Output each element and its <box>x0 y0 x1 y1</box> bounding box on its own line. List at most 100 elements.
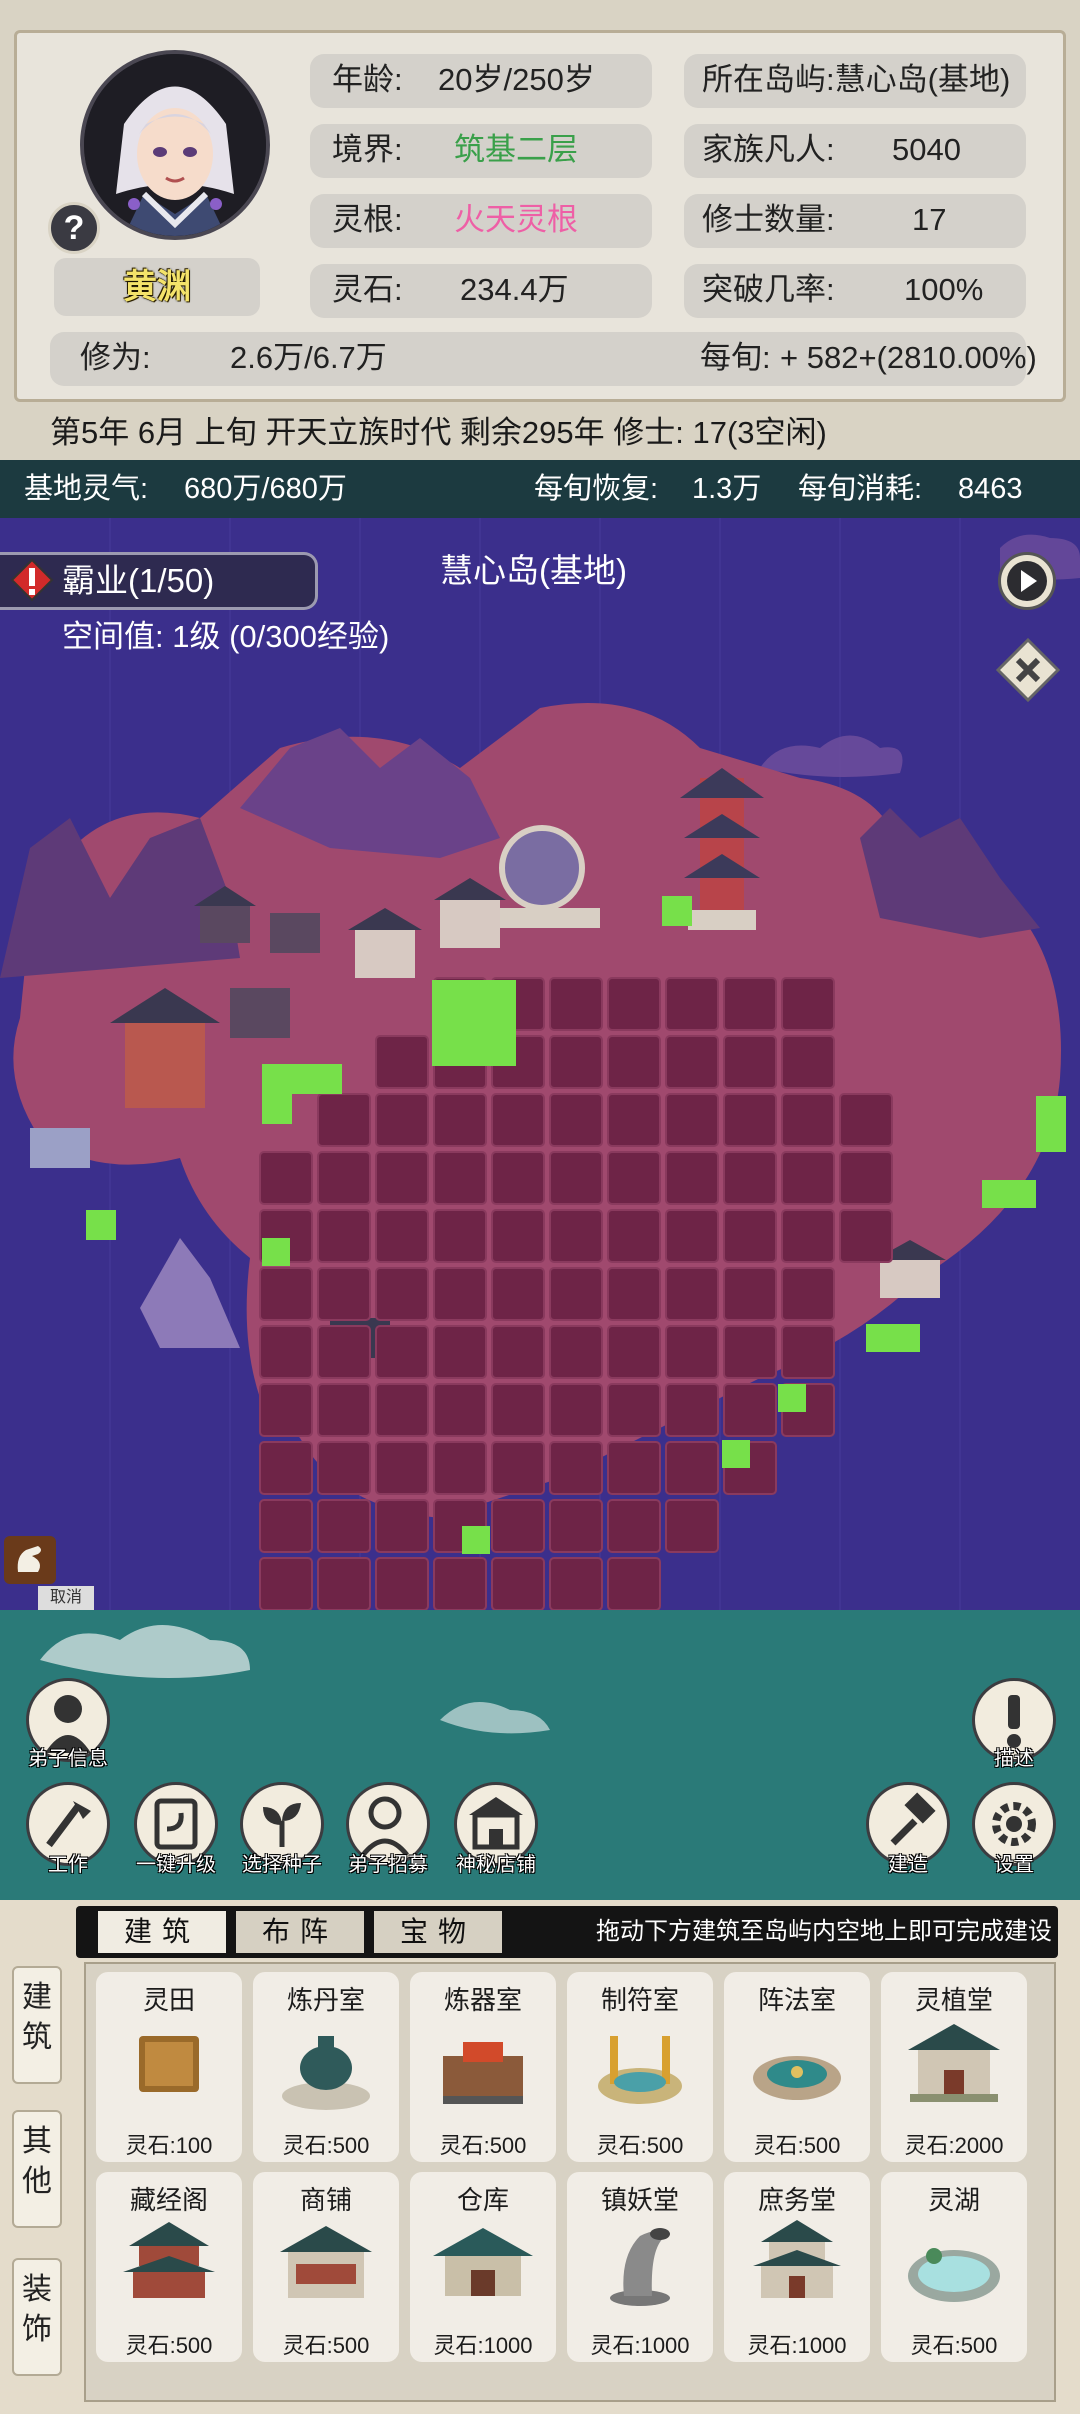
farm-plot[interactable] <box>491 1499 545 1553</box>
farm-plot[interactable] <box>491 1151 545 1205</box>
farm-plot[interactable] <box>665 1267 719 1321</box>
tab-building[interactable]: 建筑 <box>98 1911 226 1953</box>
farm-plot[interactable] <box>317 1557 371 1610</box>
farm-plot[interactable] <box>607 1441 661 1495</box>
close-icon[interactable] <box>996 638 1060 702</box>
empty-build-tile[interactable] <box>86 1210 116 1240</box>
empty-build-tile[interactable] <box>722 1440 750 1468</box>
farm-plot[interactable] <box>375 1441 429 1495</box>
help-button[interactable]: ? <box>48 202 100 254</box>
farm-plot[interactable] <box>491 1209 545 1263</box>
farm-plot[interactable] <box>723 1267 777 1321</box>
farm-plot[interactable] <box>665 1035 719 1089</box>
farm-plot[interactable] <box>375 1151 429 1205</box>
play-button[interactable] <box>998 552 1056 610</box>
farm-plot[interactable] <box>491 1383 545 1437</box>
farm-plot[interactable] <box>433 1383 487 1437</box>
empty-build-tile[interactable] <box>262 1238 290 1266</box>
farm-plot[interactable] <box>665 1151 719 1205</box>
farm-plot[interactable] <box>549 1093 603 1147</box>
tab-treasure[interactable]: 宝物 <box>374 1911 502 1953</box>
farm-plot[interactable] <box>607 1035 661 1089</box>
farm-plot[interactable] <box>549 1383 603 1437</box>
farm-plot[interactable] <box>491 1325 545 1379</box>
empty-build-tile[interactable] <box>866 1324 920 1352</box>
farm-plot[interactable] <box>549 1441 603 1495</box>
empty-build-tile[interactable] <box>662 896 692 926</box>
farm-plot[interactable] <box>549 1151 603 1205</box>
farm-plot[interactable] <box>607 1209 661 1263</box>
farm-plot[interactable] <box>491 1267 545 1321</box>
hand-cursor-icon[interactable] <box>4 1536 56 1584</box>
farm-plot[interactable] <box>259 1151 313 1205</box>
farm-plot[interactable] <box>549 1325 603 1379</box>
farm-plot[interactable] <box>375 1557 429 1610</box>
farm-plot[interactable] <box>317 1093 371 1147</box>
farm-plot[interactable] <box>491 1093 545 1147</box>
farm-plot[interactable] <box>665 1499 719 1553</box>
farm-plot[interactable] <box>549 1267 603 1321</box>
farm-plot[interactable] <box>781 1209 835 1263</box>
building-card[interactable]: 炼丹室 灵石:500 <box>253 1972 399 2162</box>
farm-plot[interactable] <box>723 977 777 1031</box>
farm-plot[interactable] <box>665 977 719 1031</box>
farm-plot[interactable] <box>259 1441 313 1495</box>
farm-plot[interactable] <box>491 1441 545 1495</box>
empty-build-tile[interactable] <box>432 980 516 1066</box>
farm-plot[interactable] <box>375 1035 429 1089</box>
farm-plot[interactable] <box>607 977 661 1031</box>
farm-plot[interactable] <box>317 1267 371 1321</box>
building-card[interactable]: 镇妖堂 灵石:1000 <box>567 2172 713 2362</box>
building-card[interactable]: 灵植堂 灵石:2000 <box>881 1972 1027 2162</box>
farm-plot[interactable] <box>607 1151 661 1205</box>
farm-plot[interactable] <box>375 1267 429 1321</box>
farm-plot[interactable] <box>259 1267 313 1321</box>
building-card[interactable]: 庶务堂 灵石:1000 <box>724 2172 870 2362</box>
farm-plot[interactable] <box>607 1383 661 1437</box>
farm-plot[interactable] <box>665 1383 719 1437</box>
farm-plot[interactable] <box>781 977 835 1031</box>
farm-plot[interactable] <box>723 1325 777 1379</box>
empty-build-tile[interactable] <box>462 1526 490 1554</box>
empty-build-tile[interactable] <box>778 1384 806 1412</box>
farm-plot[interactable] <box>839 1093 893 1147</box>
empty-build-tile[interactable] <box>1036 1096 1066 1152</box>
farm-plot[interactable] <box>375 1325 429 1379</box>
farm-plot[interactable] <box>433 1267 487 1321</box>
farm-plot[interactable] <box>549 1209 603 1263</box>
farm-plot[interactable] <box>781 1267 835 1321</box>
farm-plot[interactable] <box>607 1267 661 1321</box>
island-map-canvas[interactable] <box>0 518 1080 1610</box>
farm-plot[interactable] <box>317 1499 371 1553</box>
farm-plot[interactable] <box>723 1093 777 1147</box>
farm-plot[interactable] <box>433 1441 487 1495</box>
farm-plot[interactable] <box>665 1093 719 1147</box>
farm-plot[interactable] <box>549 1557 603 1610</box>
farm-plot[interactable] <box>723 1209 777 1263</box>
building-card[interactable]: 灵田 灵石:100 <box>96 1972 242 2162</box>
farm-plot[interactable] <box>607 1093 661 1147</box>
farm-plot[interactable] <box>665 1441 719 1495</box>
farm-plot[interactable] <box>839 1209 893 1263</box>
building-card[interactable]: 仓库 灵石:1000 <box>410 2172 556 2362</box>
farm-plot[interactable] <box>317 1209 371 1263</box>
building-card[interactable]: 炼器室 灵石:500 <box>410 1972 556 2162</box>
side-tab-building[interactable]: 建筑 <box>12 1966 62 2084</box>
farm-plot[interactable] <box>781 1035 835 1089</box>
farm-plot[interactable] <box>259 1557 313 1610</box>
farm-plot[interactable] <box>781 1093 835 1147</box>
farm-plot[interactable] <box>549 1499 603 1553</box>
farm-plot[interactable] <box>259 1325 313 1379</box>
island-map[interactable] <box>0 518 1080 1610</box>
farm-plot[interactable] <box>607 1499 661 1553</box>
character-avatar[interactable] <box>80 50 270 240</box>
farm-plot[interactable] <box>781 1151 835 1205</box>
farm-plot[interactable] <box>607 1557 661 1610</box>
tab-formation[interactable]: 布阵 <box>236 1911 364 1953</box>
farm-plot[interactable] <box>317 1151 371 1205</box>
farm-plot[interactable] <box>549 1035 603 1089</box>
building-card[interactable]: 阵法室 灵石:500 <box>724 1972 870 2162</box>
farm-plot[interactable] <box>317 1383 371 1437</box>
farm-plot[interactable] <box>781 1325 835 1379</box>
farm-plot[interactable] <box>317 1441 371 1495</box>
